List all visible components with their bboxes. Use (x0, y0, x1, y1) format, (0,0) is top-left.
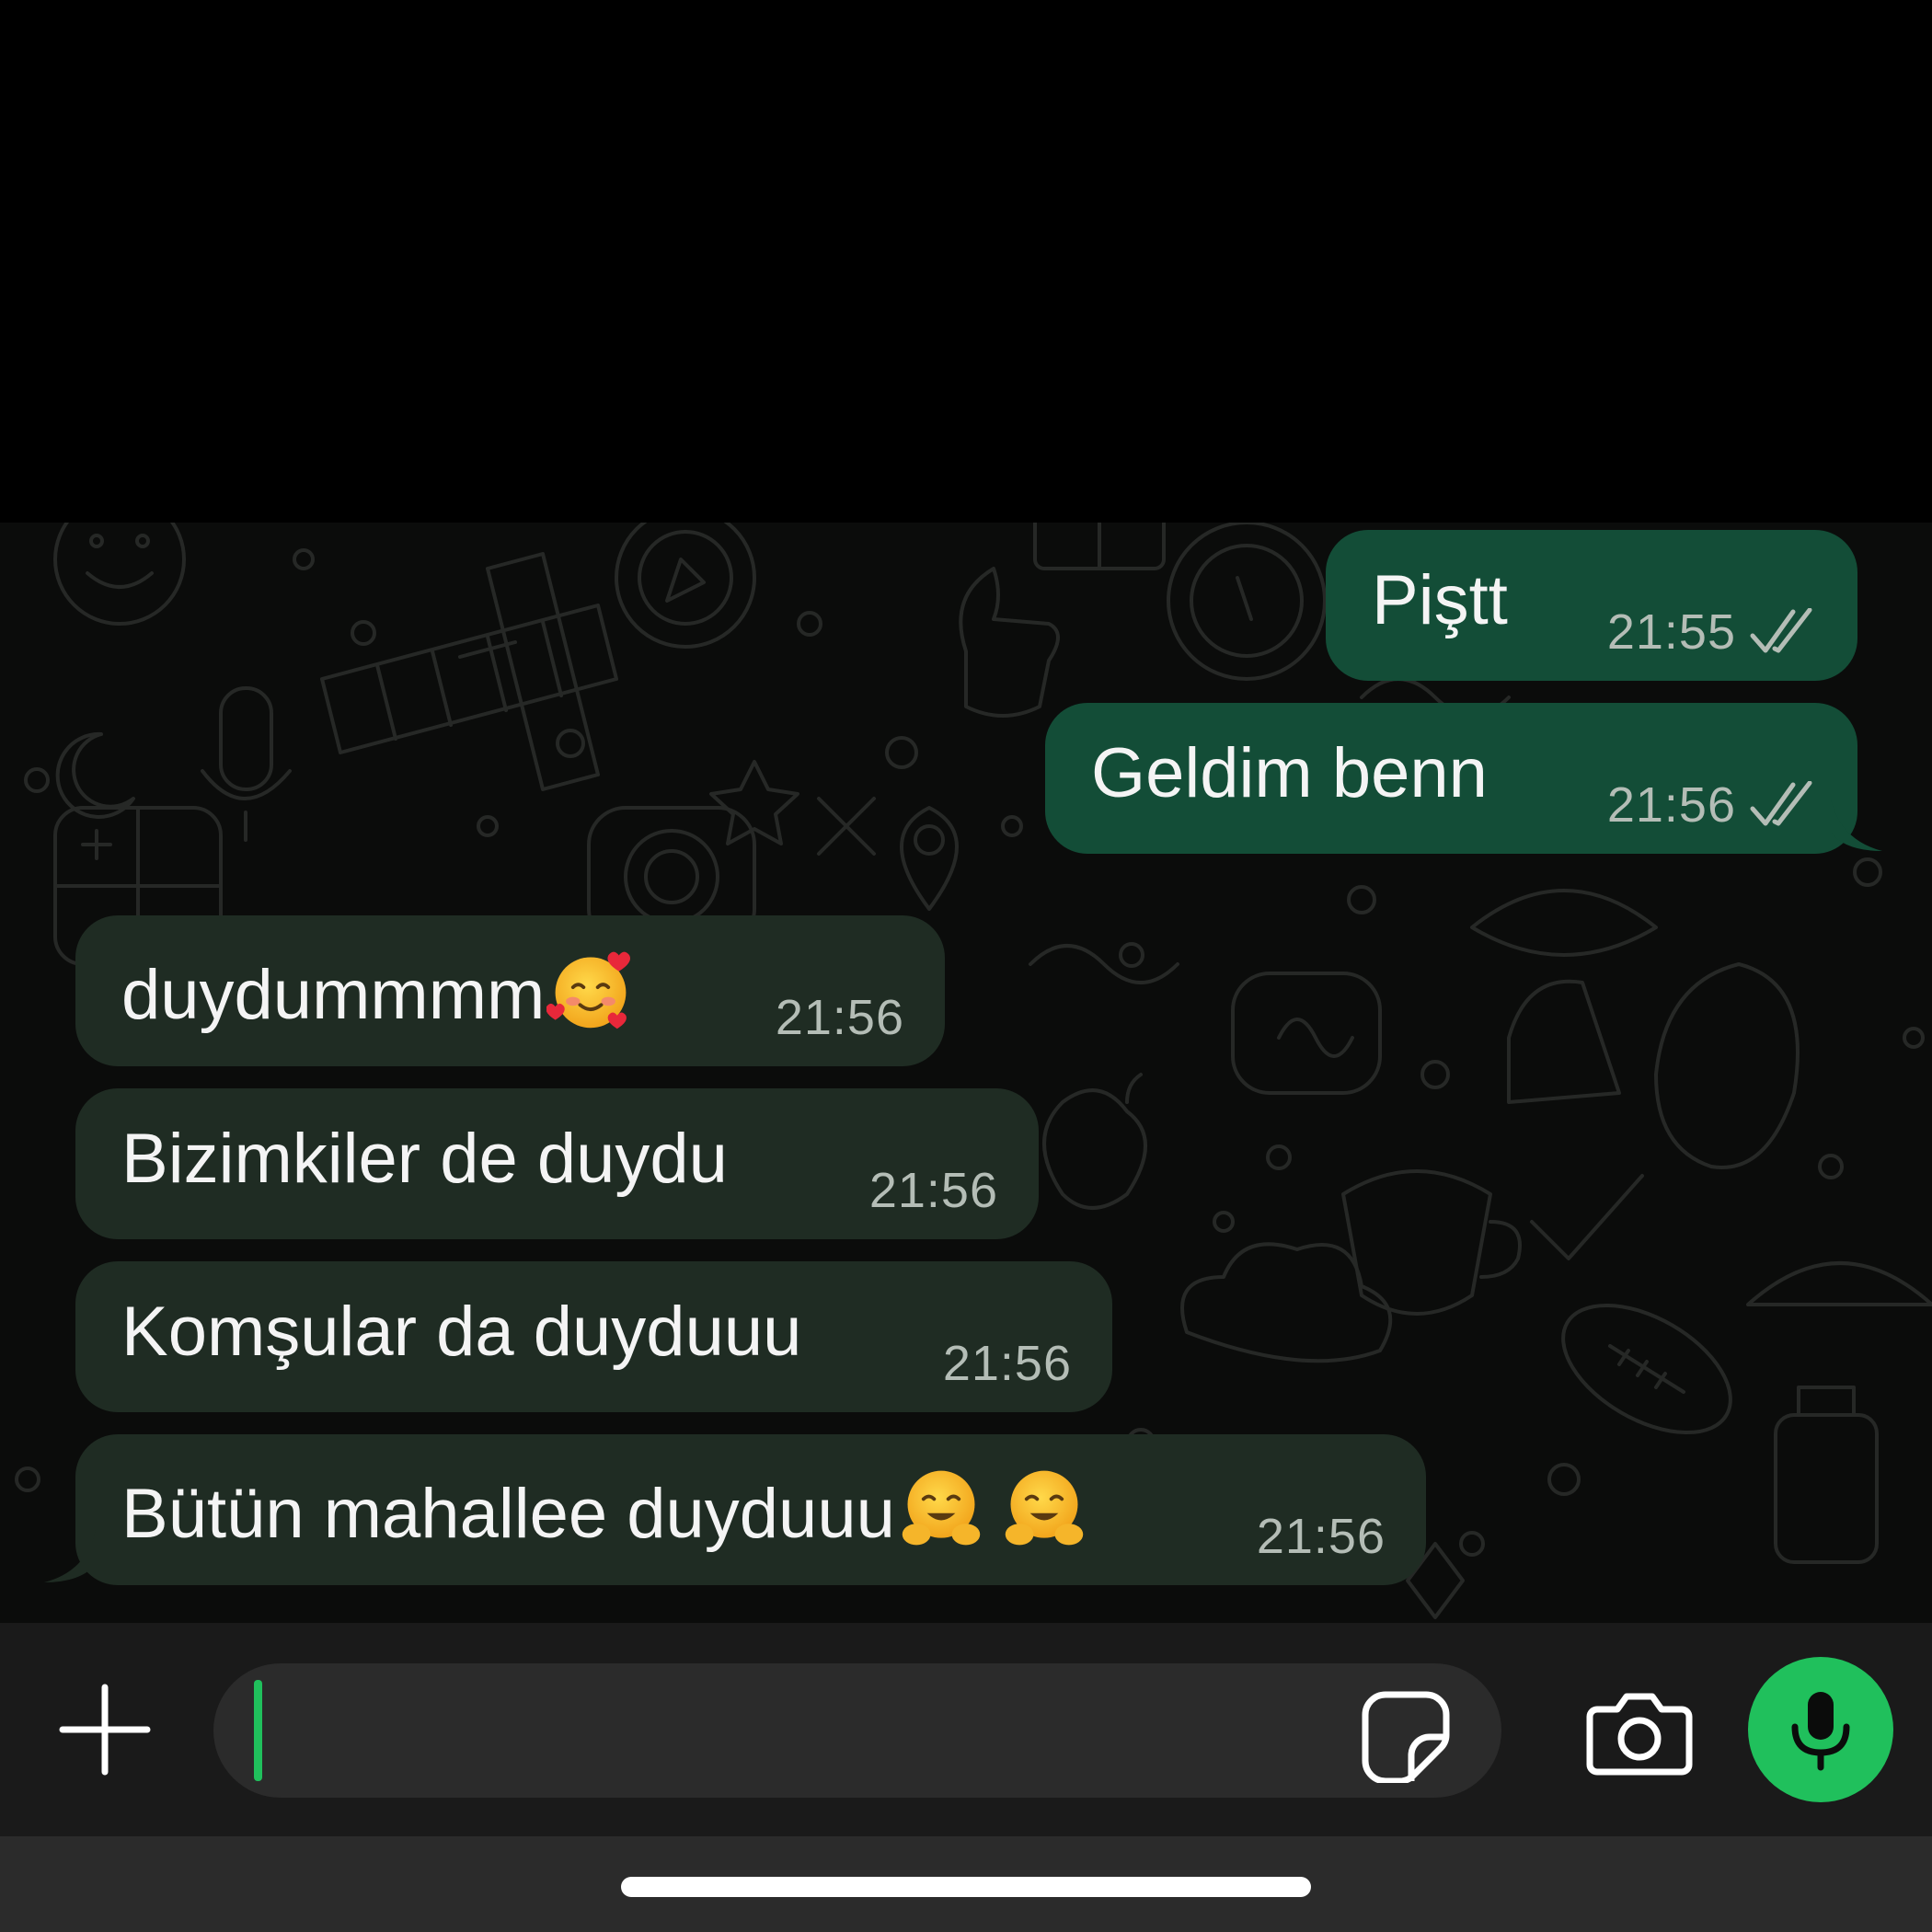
message-meta: 21:56 (776, 989, 904, 1046)
microphone-button[interactable] (1748, 1657, 1893, 1802)
hugging-face-emoji (902, 1470, 981, 1546)
message-text: Bizimkiler de duydu (121, 1120, 728, 1198)
chat-area[interactable]: Piştt 21:55 Geldim benn 21:56 duydummmm (0, 523, 1932, 1623)
bubble-tail-incoming (44, 1530, 96, 1582)
sticker-icon[interactable] (1358, 1687, 1454, 1783)
message-text: Piştt (1372, 561, 1508, 639)
home-indicator[interactable] (621, 1877, 1311, 1897)
message-text-row: Bütün mahallee duyduuu (121, 1464, 1088, 1556)
message-input[interactable] (213, 1663, 1501, 1798)
message-time: 21:56 (868, 1163, 998, 1218)
message-meta: 21:56 (869, 1162, 998, 1219)
hugging-face-emoji (1005, 1470, 1084, 1546)
message-text: Bütün mahallee duyduuu (121, 1475, 895, 1553)
text-cursor (254, 1680, 262, 1781)
message-meta: 21:56 (1257, 1508, 1386, 1565)
message-text-row: duydummmm (121, 945, 635, 1037)
message-bubble-outgoing[interactable]: Piştt 21:55 (1326, 530, 1857, 681)
message-time: 21:56 (1256, 1509, 1386, 1564)
message-text: Komşular da duyduuu (121, 1293, 802, 1371)
bubble-tail-outgoing (1831, 799, 1882, 851)
camera-icon[interactable] (1584, 1685, 1695, 1781)
smiling-face-with-hearts-emoji (546, 951, 631, 1029)
message-bubble-incoming[interactable]: duydummmm 21:56 (75, 915, 945, 1066)
message-time: 21:56 (1606, 777, 1736, 833)
message-bubble-incoming[interactable]: Bizimkiler de duydu 21:56 (75, 1088, 1039, 1239)
message-time: 21:56 (942, 1336, 1072, 1391)
message-time: 21:56 (775, 990, 904, 1045)
double-check-read-icon (1750, 608, 1812, 653)
message-time: 21:55 (1606, 604, 1736, 660)
microphone-icon (1791, 1692, 1850, 1771)
top-blank-area (0, 0, 1932, 523)
message-text: duydummmm (121, 956, 546, 1034)
message-meta: 21:56 (1607, 776, 1817, 834)
plus-icon[interactable] (57, 1682, 153, 1777)
double-check-read-icon (1750, 781, 1812, 826)
message-text: Geldim benn (1091, 734, 1488, 812)
message-bubble-incoming[interactable]: Komşular da duyduuu 21:56 (75, 1261, 1112, 1412)
message-bubble-incoming[interactable]: Bütün mahallee duyduuu 21:56 (75, 1434, 1426, 1585)
message-meta: 21:56 (943, 1335, 1072, 1392)
message-bubble-outgoing[interactable]: Geldim benn 21:56 (1045, 703, 1857, 854)
message-meta: 21:55 (1607, 604, 1817, 661)
